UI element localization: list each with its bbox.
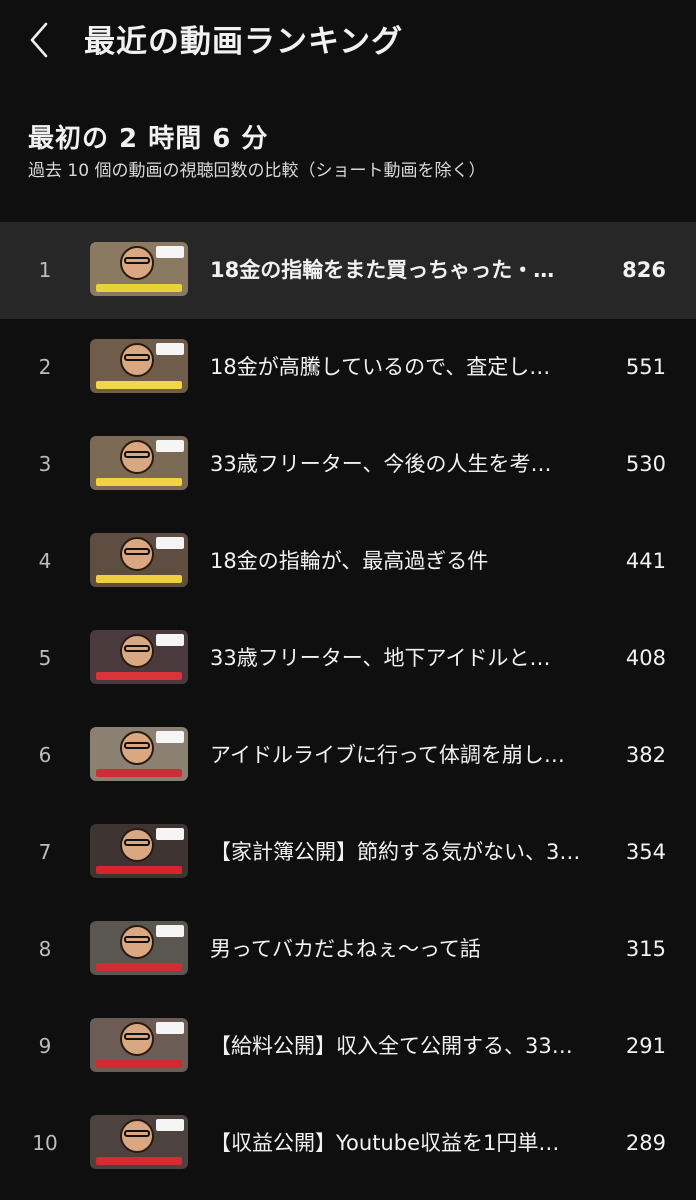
video-title[interactable]: 18金の指輪をまた買っちゃった・… [210, 222, 594, 319]
video-title[interactable]: 男ってバカだよねぇ〜って話 [210, 901, 594, 998]
thumbnail-caption-tag [156, 634, 184, 646]
thumbnail-caption-tag [156, 537, 184, 549]
thumbnail-caption-tag [156, 440, 184, 452]
thumbnail-caption-band [90, 959, 188, 975]
rank-number: 8 [38, 937, 52, 961]
video-thumbnail[interactable] [90, 242, 188, 296]
thumbnail-glasses [124, 451, 150, 458]
view-count: 354 [625, 840, 666, 864]
thumbnail-glasses [124, 548, 150, 555]
video-row[interactable]: 1 18金の指輪をまた買っちゃった・… 826 [0, 222, 696, 319]
video-row[interactable]: 4 18金の指輪が、最高過ぎる件 441 [0, 513, 696, 610]
video-title[interactable]: 33歳フリーター、今後の人生を考… [210, 416, 594, 513]
video-title[interactable]: 33歳フリーター、地下アイドルと… [210, 610, 594, 707]
thumbnail-caption-band [90, 1056, 188, 1072]
video-thumbnail[interactable] [90, 1018, 188, 1072]
rank-number: 7 [38, 840, 52, 864]
chevron-left-icon [30, 22, 48, 58]
view-count: 289 [625, 1131, 666, 1155]
video-row[interactable]: 2 18金が高騰しているので、査定し… 551 [0, 319, 696, 416]
thumbnail-glasses [124, 936, 150, 943]
video-row[interactable]: 3 33歳フリーター、今後の人生を考… 530 [0, 416, 696, 513]
video-thumbnail[interactable] [90, 436, 188, 490]
video-title[interactable]: アイドルライブに行って体調を崩し… [210, 707, 594, 804]
rank-number: 9 [38, 1034, 52, 1058]
view-count: 315 [625, 937, 666, 961]
video-thumbnail[interactable] [90, 630, 188, 684]
rank-number: 2 [38, 355, 52, 379]
rank-number: 6 [38, 743, 52, 767]
top-app-bar: 最近の動画ランキング [0, 0, 696, 80]
thumbnail-glasses [124, 645, 150, 652]
video-thumbnail[interactable] [90, 533, 188, 587]
thumbnail-caption-band [90, 474, 188, 490]
thumbnail-caption-band [90, 862, 188, 878]
thumbnail-caption-tag [156, 1022, 184, 1034]
video-thumbnail[interactable] [90, 727, 188, 781]
video-row[interactable]: 9 【給料公開】収入全て公開する、33… 291 [0, 998, 696, 1095]
view-count: 408 [625, 646, 666, 670]
thumbnail-glasses [124, 1130, 150, 1137]
thumbnail-glasses [124, 354, 150, 361]
rank-number: 3 [38, 452, 52, 476]
rank-number: 4 [38, 549, 52, 573]
thumbnail-caption-tag [156, 925, 184, 937]
video-title[interactable]: 【給料公開】収入全て公開する、33… [210, 998, 594, 1095]
thumbnail-caption-tag [156, 343, 184, 355]
video-row[interactable]: 6 アイドルライブに行って体調を崩し… 382 [0, 707, 696, 804]
thumbnail-glasses [124, 1033, 150, 1040]
video-title[interactable]: 【家計簿公開】節約する気がない、3… [210, 804, 594, 901]
page-title: 最近の動画ランキング [84, 24, 404, 60]
thumbnail-glasses [124, 257, 150, 264]
video-row[interactable]: 5 33歳フリーター、地下アイドルと… 408 [0, 610, 696, 707]
view-count: 530 [625, 452, 666, 476]
video-row[interactable]: 7 【家計簿公開】節約する気がない、3… 354 [0, 804, 696, 901]
video-ranking-list: 1 18金の指輪をまた買っちゃった・… 826 2 18金が高騰しているので、査定し… 5… [0, 222, 696, 1192]
thumbnail-caption-band [90, 668, 188, 684]
thumbnail-caption-tag [156, 731, 184, 743]
view-count: 551 [625, 355, 666, 379]
thumbnail-caption-band [90, 571, 188, 587]
view-count: 441 [625, 549, 666, 573]
video-title[interactable]: 18金が高騰しているので、査定し… [210, 319, 594, 416]
video-row[interactable]: 10 【収益公開】Youtube収益を1円単… 289 [0, 1095, 696, 1192]
rank-number: 5 [38, 646, 52, 670]
video-thumbnail[interactable] [90, 1115, 188, 1169]
video-title[interactable]: 【収益公開】Youtube収益を1円単… [210, 1095, 594, 1192]
thumbnail-caption-tag [156, 1119, 184, 1131]
thumbnail-caption-tag [156, 246, 184, 258]
video-thumbnail[interactable] [90, 339, 188, 393]
thumbnail-glasses [124, 839, 150, 846]
view-count: 382 [625, 743, 666, 767]
view-count: 826 [622, 258, 666, 282]
thumbnail-caption-band [90, 1153, 188, 1169]
video-row[interactable]: 8 男ってバカだよねぇ〜って話 315 [0, 901, 696, 998]
video-thumbnail[interactable] [90, 824, 188, 878]
view-count: 291 [625, 1034, 666, 1058]
thumbnail-caption-band [90, 280, 188, 296]
thumbnail-caption-band [90, 765, 188, 781]
thumbnail-caption-band [90, 377, 188, 393]
video-title[interactable]: 18金の指輪が、最高過ぎる件 [210, 513, 594, 610]
thumbnail-caption-tag [156, 828, 184, 840]
thumbnail-glasses [124, 742, 150, 749]
rank-number: 10 [32, 1131, 58, 1155]
back-button[interactable] [22, 18, 62, 62]
section-subtitle: 過去 10 個の動画の視聴回数の比較（ショート動画を除く） [28, 161, 486, 181]
video-thumbnail[interactable] [90, 921, 188, 975]
section-title: 最初の 2 時間 6 分 [28, 124, 269, 154]
rank-number: 1 [38, 258, 52, 282]
